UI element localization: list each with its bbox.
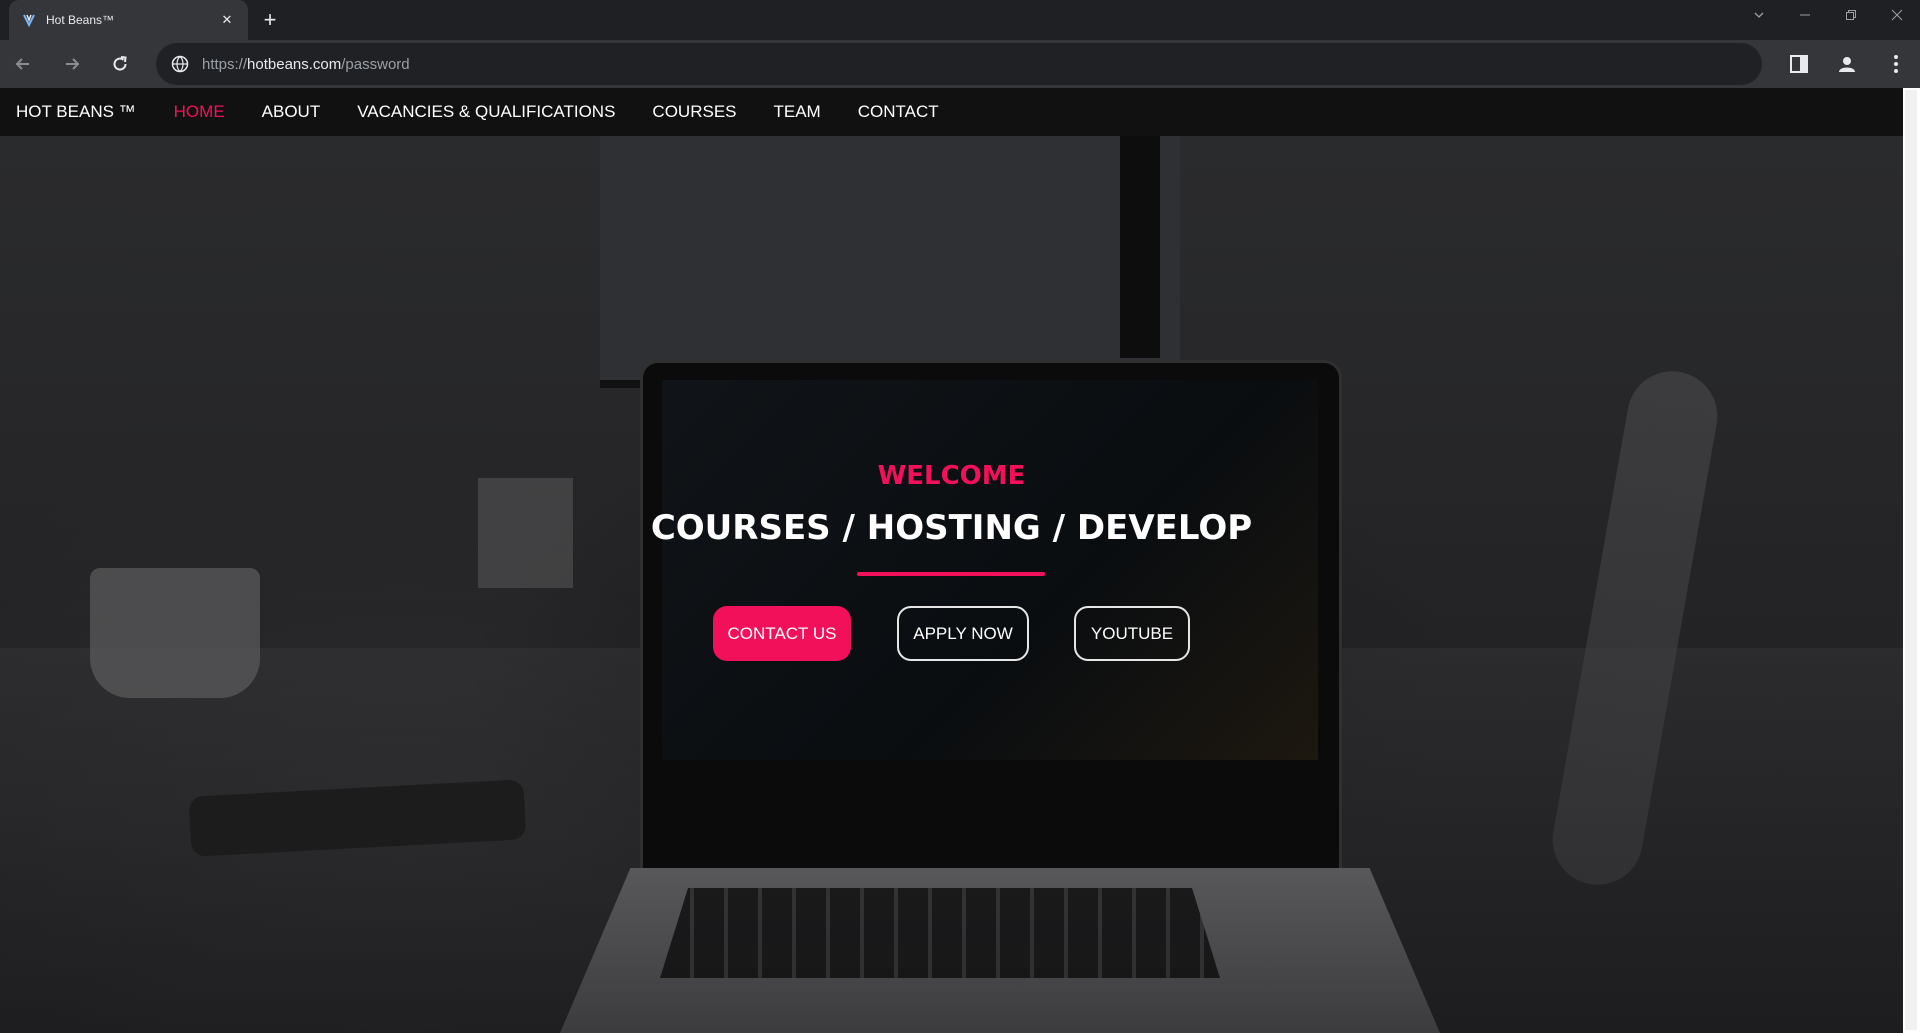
forward-arrow-icon[interactable] [60, 52, 84, 76]
side-panel-icon[interactable] [1787, 52, 1811, 76]
menu-kebab-icon[interactable] [1884, 52, 1908, 76]
hero-welcome: WELCOME [877, 461, 1026, 491]
close-window-icon[interactable] [1874, 0, 1920, 30]
tab-title: Hot Beans™ [46, 13, 115, 27]
site-info-icon[interactable] [170, 54, 190, 74]
apply-now-button[interactable]: APPLY NOW [897, 606, 1029, 661]
new-tab-button[interactable]: + [258, 8, 282, 32]
minimize-icon[interactable] [1782, 0, 1828, 30]
scrollbar-thumb[interactable] [1905, 90, 1917, 1030]
url-text: https://hotbeans.com/password [202, 55, 410, 73]
window-controls [1736, 0, 1920, 30]
reload-icon[interactable] [108, 52, 132, 76]
page-viewport: HOT BEANS ™ HOME ABOUT VACANCIES & QUALI… [0, 88, 1903, 1033]
profile-icon[interactable] [1835, 52, 1859, 76]
address-bar[interactable]: https://hotbeans.com/password [156, 43, 1762, 85]
browser-tab[interactable]: Hot Beans™ ✕ [9, 0, 248, 40]
hero-section: WELCOME COURSES / HOSTING / DEVELOP CONT… [0, 88, 1903, 1033]
page-scrollbar[interactable] [1903, 88, 1920, 1033]
browser-toolbar: https://hotbeans.com/password [0, 40, 1920, 88]
hero-headline: COURSES / HOSTING / DEVELOP [650, 508, 1253, 548]
restore-icon[interactable] [1828, 0, 1874, 30]
contact-us-button[interactable]: CONTACT US [713, 606, 851, 661]
youtube-button[interactable]: YOUTUBE [1074, 606, 1190, 661]
back-arrow-icon[interactable] [11, 52, 35, 76]
close-tab-icon[interactable]: ✕ [218, 11, 236, 29]
browser-tab-strip: Hot Beans™ ✕ + [0, 0, 1920, 40]
site-favicon-icon [21, 12, 37, 28]
headline-underline [857, 572, 1045, 576]
tab-search-icon[interactable] [1736, 0, 1782, 30]
